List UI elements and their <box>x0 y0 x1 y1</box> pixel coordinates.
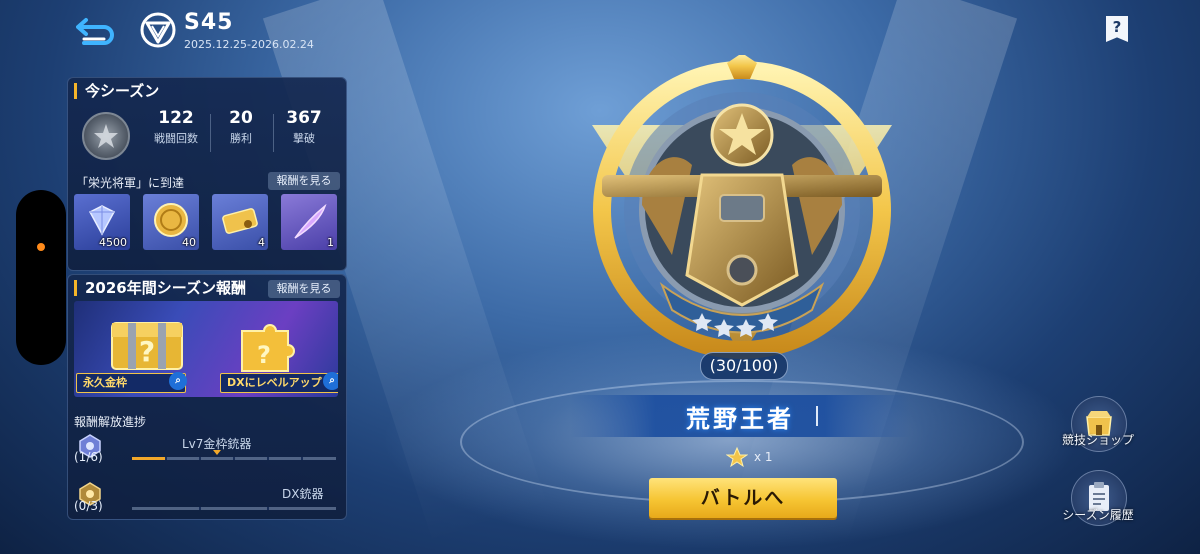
track-name: DX銃器 <box>282 487 324 501</box>
magnifier-icon[interactable]: ⌕ <box>169 372 187 390</box>
stat-value: 367 <box>286 108 322 128</box>
stat-label: 撃破 <box>293 132 315 145</box>
rank-progress: (30/100) <box>700 352 788 380</box>
stat-value: 20 <box>229 108 253 128</box>
progress-track-dx <box>132 507 336 510</box>
back-arrow-icon <box>76 18 114 45</box>
back-button[interactable] <box>76 14 118 48</box>
season-logo-icon <box>140 12 176 48</box>
season-dates: 2025.12.25-2026.02.24 <box>184 38 314 51</box>
season-history-label[interactable]: シーズン履歴 <box>1048 506 1148 523</box>
reward-item-gold-ticket[interactable]: 4 <box>212 194 268 250</box>
reward-count: 4500 <box>99 236 127 249</box>
screen-notch <box>16 190 66 365</box>
rank-divider <box>816 406 818 426</box>
help-icon: ? <box>1112 18 1122 36</box>
rank-emblem-icon <box>592 55 892 359</box>
svg-text:?: ? <box>257 341 271 369</box>
progress-track-lv7 <box>132 457 336 460</box>
rank-star-icon <box>726 446 748 468</box>
reward-item-diamond[interactable]: 4500 <box>74 194 130 250</box>
current-season-panel: 今シーズン 122 戦闘回数 20 勝利 367 撃破 「栄光将軍」に到達 報酬… <box>67 77 347 271</box>
reward-item-gold-coin[interactable]: 40 <box>143 194 199 250</box>
stat-label: 勝利 <box>230 132 252 145</box>
reward-item-feather[interactable]: 1 <box>281 194 337 250</box>
star-count: x 1 <box>754 450 773 464</box>
reward-count: 4 <box>258 236 265 249</box>
stat-battles: 122 戦闘回数 <box>146 108 206 146</box>
see-annual-rewards-button[interactable]: 報酬を見る <box>268 280 340 298</box>
rank-name: 荒野王者 <box>686 405 794 433</box>
season-title: S45 <box>184 10 234 35</box>
svg-text:?: ? <box>139 335 155 368</box>
stat-label: 戦闘回数 <box>154 132 198 145</box>
stat-kills: 367 撃破 <box>274 108 334 146</box>
reward-count: 40 <box>182 236 196 249</box>
tag-label: DXにレベルアップ <box>227 376 322 389</box>
annual-reward-banner: ? ? 永久金枠 ⌕ DXにレベルアップ ⌕ <box>74 301 338 397</box>
annual-season-title: 2026年間シーズン報酬 <box>74 280 246 296</box>
track-marker <box>213 450 221 455</box>
track-count: (0/3) <box>74 499 103 513</box>
reach-rank-text: 「栄光将軍」に到達 <box>76 176 185 190</box>
progress-fill <box>132 457 166 460</box>
rank-badge-icon <box>82 112 130 160</box>
reward-progress-title: 報酬解放進捗 <box>74 415 147 429</box>
help-button[interactable]: ? <box>1106 16 1128 42</box>
stat-wins: 20 勝利 <box>211 108 271 146</box>
camera-indicator-dot <box>37 243 45 251</box>
permanent-gold-frame-tag[interactable]: 永久金枠 ⌕ <box>76 372 187 393</box>
arena-shop-label[interactable]: 競技ショップ <box>1048 431 1148 448</box>
annual-season-panel: 2026年間シーズン報酬 報酬を見る ? ? 永久金枠 ⌕ DXにレベルアップ … <box>67 274 347 520</box>
battle-button[interactable]: バトルへ <box>649 478 837 518</box>
rank-name-banner: 荒野王者 <box>570 395 910 437</box>
see-rewards-button[interactable]: 報酬を見る <box>268 172 340 190</box>
stat-value: 122 <box>158 108 194 128</box>
current-season-title: 今シーズン <box>74 83 159 99</box>
magnifier-icon[interactable]: ⌕ <box>323 372 338 390</box>
track-count: (1/6) <box>74 450 103 464</box>
tag-label: 永久金枠 <box>83 376 127 389</box>
dx-upgrade-tag[interactable]: DXにレベルアップ ⌕ <box>220 372 338 393</box>
reward-count: 1 <box>327 236 334 249</box>
